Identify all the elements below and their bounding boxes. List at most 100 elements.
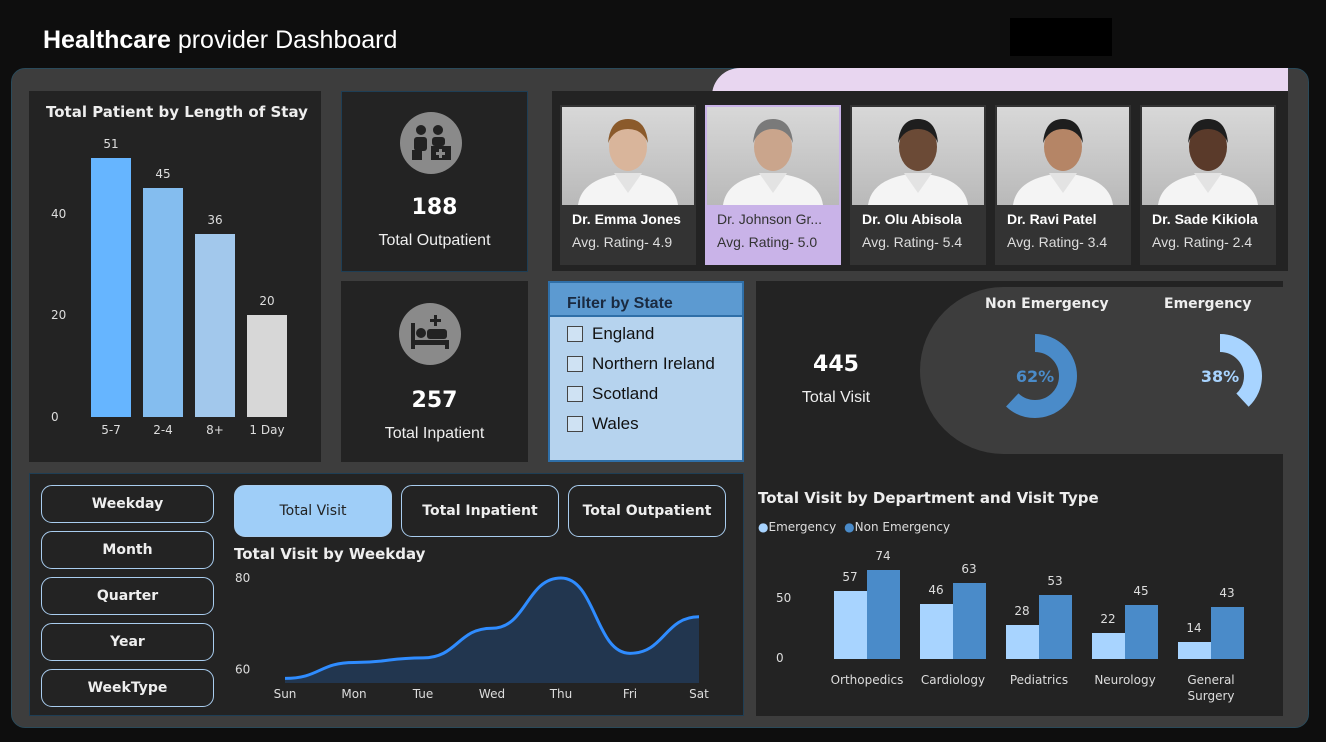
dept-bar[interactable]	[1006, 625, 1039, 659]
state-filter-header: Filter by State	[550, 283, 742, 317]
dept-bar-label: 53	[1047, 574, 1063, 589]
los-bar[interactable]	[91, 157, 131, 417]
los-xtick: 5-7	[101, 423, 121, 437]
dept-bar-label: 22	[1100, 611, 1116, 626]
los-bar[interactable]	[143, 188, 183, 417]
dept-bar[interactable]	[1211, 607, 1244, 659]
checkbox[interactable]	[567, 356, 583, 372]
hospital-bed-icon	[399, 303, 461, 365]
los-ytick: 0	[51, 410, 59, 424]
legend-emergency: ●Emergency	[758, 520, 837, 534]
dept-bar-label: 28	[1014, 604, 1030, 619]
dept-bar[interactable]	[953, 583, 986, 659]
los-bar-label: 45	[155, 167, 171, 182]
kpi-outpatient-card: 188 Total Outpatient	[341, 91, 528, 272]
emergency-label: Emergency	[1164, 296, 1252, 312]
dept-bar-label: 46	[928, 582, 944, 597]
los-xtick: 2-4	[153, 423, 173, 437]
weekday-xtick: Fri	[623, 687, 637, 701]
weekday-xtick: Tue	[412, 687, 434, 701]
checkbox[interactable]	[567, 416, 583, 432]
total-visit-value: 445	[813, 352, 859, 377]
doctor-photo	[707, 107, 839, 205]
dept-chart-legend: ●Emergency ●Non Emergency	[758, 520, 950, 534]
dept-bar[interactable]	[920, 603, 953, 659]
doctor-photo	[852, 107, 984, 205]
checkbox[interactable]	[567, 386, 583, 402]
dept-ytick: 0	[776, 651, 784, 665]
dept-bar[interactable]	[1039, 595, 1072, 659]
state-filter: Filter by State England Northern Ireland S…	[548, 281, 744, 462]
doctor-photo	[562, 107, 694, 205]
doctor-rating: Avg. Rating- 4.9	[572, 234, 673, 250]
weekday-xtick: Mon	[341, 687, 366, 701]
los-ytick: 40	[51, 206, 67, 221]
doctor-name: Dr. Emma Jones	[572, 211, 681, 227]
dept-xtick: General Surgery	[1187, 673, 1235, 703]
inpatient-label: Total Inpatient	[384, 425, 485, 442]
doctor-card[interactable]: Dr. Sade Kikiola Avg. Rating- 2.4	[1140, 105, 1276, 265]
state-filter-option-label: Northern Ireland	[592, 354, 715, 373]
title-rest: provider Dashboard	[177, 26, 398, 54]
dept-xtick: Orthopedics	[830, 673, 904, 687]
weekday-area	[285, 578, 699, 683]
los-bar[interactable]	[195, 234, 235, 417]
legend-emergency-text: Emergency	[768, 520, 837, 534]
title-bold: Healthcare	[43, 26, 171, 54]
outpatient-label: Total Outpatient	[378, 232, 491, 249]
doctor-rating: Avg. Rating- 5.0	[717, 234, 818, 250]
state-filter-option-label: Wales	[592, 414, 639, 433]
dept-xtick: Neurology	[1094, 673, 1156, 687]
donut-percent: 38%	[1201, 367, 1239, 386]
emergency-donut: 38%	[1178, 334, 1262, 418]
inpatient-value: 257	[411, 388, 458, 413]
los-chart-title: Total Patient by Length of Stay	[46, 103, 308, 121]
los-ytick: 20	[51, 308, 67, 323]
weekday-ytick: 80	[235, 571, 250, 585]
dept-chart-title: Total Visit by Department and Visit Type	[758, 489, 1099, 507]
legend-non-emergency-text: Non Emergency	[854, 520, 951, 534]
state-filter-title: Filter by State	[567, 295, 673, 312]
los-chart-panel: Total Patient by Length of Stay 0 20 40 51 5…	[29, 91, 321, 462]
los-xtick: 8+	[206, 423, 224, 437]
redacted-box	[1010, 18, 1112, 56]
total-visit-label: Total Visit	[801, 389, 871, 406]
dept-bar[interactable]	[1092, 632, 1125, 659]
donut-percent: 62%	[1016, 367, 1054, 386]
doctor-name: Dr. Johnson Gr...	[717, 211, 823, 227]
doctor-card[interactable]: Dr. Ravi Patel Avg. Rating- 3.4	[995, 105, 1131, 265]
dept-bar-label: 74	[875, 549, 891, 564]
doctor-card[interactable]: Dr. Olu Abisola Avg. Rating- 5.4	[850, 105, 986, 265]
doctor-card[interactable]: Dr. Emma Jones Avg. Rating- 4.9	[560, 105, 696, 265]
state-filter-option-label: England	[592, 324, 655, 343]
los-bar-label: 51	[103, 136, 119, 151]
doctors-panel: Dr. Emma Jones Avg. Rating- 4.9 Dr. Johnso…	[552, 91, 1288, 271]
legend-non-emergency: ●Non Emergency	[844, 520, 951, 534]
los-bar[interactable]	[247, 315, 287, 417]
dept-bar[interactable]	[1178, 642, 1211, 659]
kpi-inpatient-card: 257 Total Inpatient	[341, 281, 528, 462]
dept-bar[interactable]	[867, 570, 900, 659]
dept-bar-label: 43	[1219, 586, 1235, 601]
weekday-xtick: Wed	[479, 687, 505, 701]
dept-xtick: Cardiology	[920, 673, 986, 687]
los-bar-label: 20	[259, 294, 275, 309]
dept-bar-label: 45	[1133, 584, 1149, 598]
state-filter-option[interactable]: Northern Ireland	[567, 352, 715, 376]
weekday-xtick: Thu	[549, 687, 573, 701]
state-filter-option[interactable]: Wales	[567, 412, 639, 436]
dept-bar-label: 57	[842, 569, 858, 584]
checkbox[interactable]	[567, 326, 583, 342]
dashboard-title: Healthcare provider Dashboard	[43, 26, 397, 55]
dept-bar[interactable]	[1125, 605, 1158, 659]
dept-ytick: 50	[776, 591, 792, 605]
doctor-card[interactable]: Dr. Johnson Gr... Avg. Rating- 5.0	[705, 105, 841, 265]
doctor-rating: Avg. Rating- 2.4	[1152, 234, 1253, 250]
doctor-name: Dr. Olu Abisola	[862, 211, 962, 227]
dept-bar[interactable]	[834, 590, 867, 659]
consultation-icon	[400, 112, 462, 174]
trend-panel: Weekday Month Quarter Year WeekType Total Vi…	[29, 473, 744, 716]
state-filter-option[interactable]: Scotland	[567, 382, 658, 406]
outpatient-value: 188	[411, 195, 458, 220]
state-filter-option[interactable]: England	[567, 322, 654, 346]
